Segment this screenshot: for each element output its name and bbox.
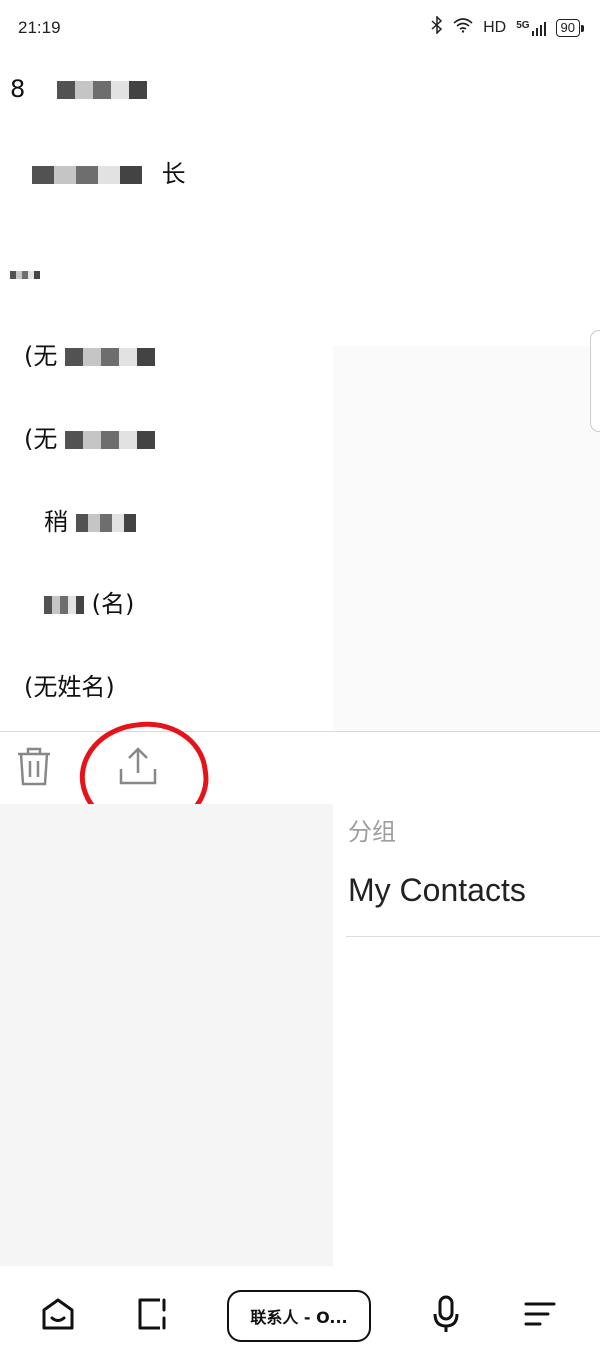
contact-name: 长	[161, 160, 186, 188]
contact-item[interactable]: 稍	[44, 492, 374, 552]
contact-name: 8	[10, 75, 26, 103]
app-switcher-pill[interactable]: 联系人 - O...	[227, 1290, 371, 1342]
group-field-label: 分组	[348, 818, 396, 846]
home-icon	[40, 1296, 76, 1336]
contact-name: (无	[24, 425, 58, 453]
contact-name: (无姓名)	[24, 673, 115, 701]
empty-left-panel	[0, 804, 333, 1266]
group-field-value[interactable]: My Contacts	[348, 872, 526, 909]
contact-item[interactable]	[10, 244, 340, 304]
contact-name: (名)	[91, 590, 135, 618]
cellular-type: 5G	[516, 19, 530, 31]
trash-icon	[15, 745, 53, 791]
status-right: HD 5G 90	[431, 15, 585, 39]
redacted-block	[56, 81, 147, 99]
bottom-nav: 联系人 - O...	[0, 1266, 600, 1366]
bluetooth-icon	[431, 15, 443, 39]
voice-button[interactable]	[426, 1294, 466, 1338]
window-icon	[134, 1296, 170, 1336]
status-bar: 21:19 HD 5G 90	[0, 0, 600, 56]
redacted-block	[65, 348, 156, 366]
group-field-underline	[346, 936, 600, 937]
contact-item[interactable]: 8	[10, 59, 340, 119]
window-button[interactable]	[132, 1296, 172, 1336]
contact-item[interactable]: (无姓名)	[24, 657, 354, 717]
contact-item[interactable]: (名)	[24, 574, 354, 634]
redacted-block	[10, 271, 40, 279]
redacted-block	[65, 431, 156, 449]
menu-button[interactable]	[520, 1296, 560, 1336]
status-time: 21:19	[18, 18, 61, 37]
redacted-block	[44, 596, 84, 614]
menu-icon	[522, 1296, 558, 1336]
delete-button[interactable]	[12, 744, 56, 792]
contact-item[interactable]: (无	[24, 326, 354, 386]
battery-icon: 90	[555, 18, 585, 37]
details-panel-preview	[333, 346, 600, 730]
battery-level: 90	[560, 19, 575, 35]
redacted-block	[75, 514, 136, 532]
microphone-icon	[428, 1294, 464, 1338]
contact-name: (无	[24, 342, 58, 370]
contact-item[interactable]: 长	[10, 144, 340, 204]
home-button[interactable]	[38, 1296, 78, 1336]
side-handle[interactable]	[590, 330, 600, 432]
signal-icon	[531, 20, 546, 36]
wifi-icon	[453, 17, 473, 38]
contact-item[interactable]: (无	[24, 409, 354, 469]
network-type: HD	[483, 18, 507, 36]
contact-name: 稍	[44, 508, 68, 536]
redacted-block	[32, 166, 142, 184]
signal-indicator: 5G	[516, 19, 546, 36]
